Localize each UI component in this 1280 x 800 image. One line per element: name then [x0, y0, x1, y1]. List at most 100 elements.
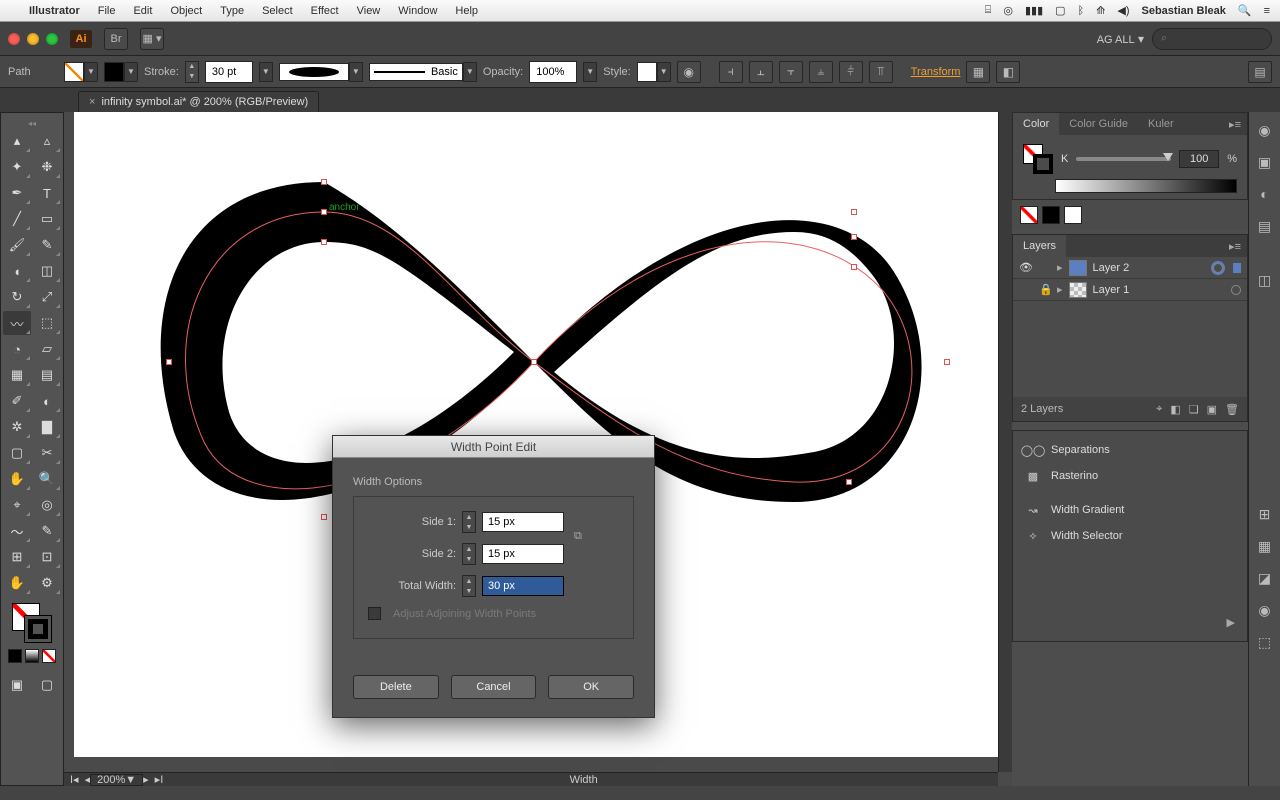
extra-tool-6[interactable]: ⊡ [33, 545, 61, 569]
swatch-none[interactable] [1020, 206, 1038, 224]
k-value[interactable]: 100 [1179, 150, 1219, 168]
locate-icon[interactable]: ⌖ [1156, 403, 1162, 416]
cancel-button[interactable]: Cancel [451, 675, 537, 699]
symbol-sprayer-tool[interactable]: ✲ [3, 415, 31, 439]
anchor-handle[interactable] [851, 264, 857, 270]
selection-tool[interactable]: ▴ [3, 129, 31, 153]
hand-tool[interactable]: ✋ [3, 467, 31, 491]
anchor-handle[interactable] [166, 359, 172, 365]
target-icon[interactable] [1231, 285, 1241, 295]
side1-stepper[interactable]: ▲▼ [462, 511, 476, 533]
menu-type[interactable]: Type [211, 5, 253, 17]
pen-tool[interactable]: ✒ [3, 181, 31, 205]
dropbox-icon[interactable]: ⌸ [985, 4, 992, 17]
menu-view[interactable]: View [348, 5, 390, 17]
arrange-docs-button[interactable]: ▦ ▾ [140, 28, 164, 50]
align-bottom-button[interactable]: ⫪ [869, 61, 893, 83]
screen-mode-full[interactable]: ▢ [33, 673, 61, 697]
align-left-button[interactable]: ⫞ [719, 61, 743, 83]
menu-help[interactable]: Help [446, 5, 487, 17]
ok-button[interactable]: OK [548, 675, 634, 699]
rail-color-icon[interactable]: ◉ [1254, 120, 1276, 140]
workspace-switcher[interactable]: AG ALL ▾ [1097, 32, 1144, 46]
document-tab[interactable]: ×infinity symbol.ai* @ 200% (RGB/Preview… [78, 91, 319, 112]
tab-layers[interactable]: Layers [1013, 235, 1066, 257]
brush-selector[interactable]: ▼ [279, 62, 363, 82]
opacity-value[interactable]: 100% [529, 61, 577, 83]
slice-tool[interactable]: ✂ [33, 441, 61, 465]
direct-selection-tool[interactable]: ▵ [33, 129, 61, 153]
anchor-handle[interactable] [321, 179, 327, 185]
stroke-caret[interactable]: ▼ [259, 62, 273, 82]
graph-tool[interactable]: ▇ [33, 415, 61, 439]
menu-file[interactable]: File [89, 5, 125, 17]
anchor-handle[interactable] [531, 359, 537, 365]
anchor-handle[interactable] [851, 234, 857, 240]
delete-layer-icon[interactable]: 🗑 [1225, 403, 1239, 416]
rail-swatches-icon[interactable]: ▣ [1254, 152, 1276, 172]
fill-stroke-indicator[interactable] [10, 601, 54, 645]
layer-row[interactable]: 👁 ▸ Layer 2 [1013, 257, 1247, 279]
bluetooth-icon[interactable]: ᛒ [1078, 5, 1085, 17]
cc-icon[interactable]: ◎ [1003, 4, 1013, 17]
plugin-width-gradient[interactable]: ↝Width Gradient [1013, 497, 1247, 523]
align-hcenter-button[interactable]: ⫠ [749, 61, 773, 83]
recolor-button[interactable]: ◉ [677, 61, 701, 83]
eyedropper-tool[interactable]: ✐ [3, 389, 31, 413]
panel-menu-icon[interactable]: ▸≡ [1223, 118, 1247, 131]
link-sides-icon[interactable]: ⧉ [574, 530, 582, 543]
menu-app[interactable]: Illustrator [20, 5, 89, 17]
menu-edit[interactable]: Edit [124, 5, 161, 17]
swatch-black[interactable] [1042, 206, 1060, 224]
total-width-input[interactable] [482, 576, 564, 596]
menu-window[interactable]: Window [389, 5, 446, 17]
align-vcenter-button[interactable]: ⫩ [839, 61, 863, 83]
total-stepper[interactable]: ▲▼ [462, 575, 476, 597]
side2-stepper[interactable]: ▲▼ [462, 543, 476, 565]
zoom-tool[interactable]: 🔍 [33, 467, 61, 491]
style-selector[interactable]: ▼ [637, 62, 671, 82]
extra-tool-4[interactable]: ✎ [33, 519, 61, 543]
anchor-handle[interactable] [846, 479, 852, 485]
bridge-button[interactable]: Br [104, 28, 128, 50]
anchor-handle[interactable] [851, 209, 857, 215]
opacity-caret[interactable]: ▼ [583, 62, 597, 82]
blend-tool[interactable]: ◐ [33, 389, 61, 413]
layer-name[interactable]: Layer 1 [1093, 284, 1130, 296]
nav-last-icon[interactable]: ▸I [149, 773, 170, 786]
window-controls[interactable] [8, 33, 58, 45]
tab-kuler[interactable]: Kuler [1138, 113, 1184, 135]
gradient-tool[interactable]: ▤ [33, 363, 61, 387]
rail-align-icon[interactable]: ▦ [1254, 536, 1276, 556]
rail-pathfinder-icon[interactable]: ◪ [1254, 568, 1276, 588]
perspective-tool[interactable]: ▱ [33, 337, 61, 361]
rectangle-tool[interactable]: ▭ [33, 207, 61, 231]
panel-fill-stroke[interactable] [1023, 144, 1053, 174]
rail-appearance-icon[interactable]: ◉ [1254, 600, 1276, 620]
menu-effect[interactable]: Effect [302, 5, 348, 17]
type-tool[interactable]: T [33, 181, 61, 205]
new-layer-icon[interactable]: ▣ [1207, 403, 1217, 416]
user-name[interactable]: Sebastian Bleak [1142, 5, 1226, 17]
panel-menu-icon[interactable]: ▸≡ [1223, 240, 1247, 253]
k-slider[interactable] [1076, 157, 1171, 161]
rail-transform-icon[interactable]: ⊞ [1254, 504, 1276, 524]
search-input[interactable]: ⌕ [1152, 28, 1272, 50]
menu-select[interactable]: Select [253, 5, 302, 17]
stroke-value[interactable]: 30 pt [205, 61, 253, 83]
rail-stroke-icon[interactable]: ◐ [1254, 184, 1276, 204]
make-clip-icon[interactable]: ◧ [1170, 403, 1180, 416]
delete-button[interactable]: Delete [353, 675, 439, 699]
profile-selector[interactable]: Basic▼ [369, 62, 477, 82]
paintbrush-tool[interactable]: 🖌 [3, 233, 31, 257]
rotate-tool[interactable]: ↻ [3, 285, 31, 309]
close-tab-icon[interactable]: × [89, 96, 95, 108]
zoom-selector[interactable]: 200% ▼ [90, 774, 143, 786]
plugin-separations[interactable]: ◯◯Separations [1013, 437, 1247, 463]
target-icon[interactable] [1213, 263, 1223, 273]
expand-panel-icon[interactable]: ▶ [1013, 609, 1247, 635]
scale-tool[interactable]: ⤢ [33, 285, 61, 309]
visibility-icon[interactable]: 👁 [1019, 261, 1033, 274]
tab-color[interactable]: Color [1013, 113, 1059, 135]
line-tool[interactable]: ╱ [3, 207, 31, 231]
